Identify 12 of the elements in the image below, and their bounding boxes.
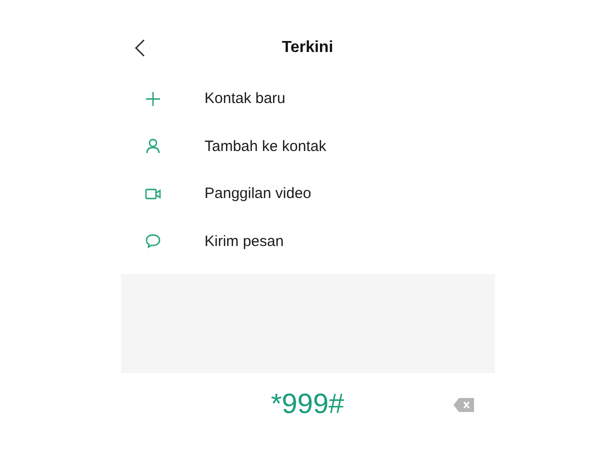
back-icon (132, 38, 146, 58)
backspace-icon (452, 397, 474, 413)
menu-item[interactable]: Panggilan video (120, 170, 494, 218)
dialed-number: *999# (270, 387, 344, 421)
menu-item[interactable]: Kirim pesan (120, 218, 494, 265)
speech-bubble-icon (144, 233, 160, 250)
plus-icon (144, 90, 160, 107)
menu-item[interactable]: Kontak baru (120, 75, 494, 122)
screen-title: Terkini (282, 38, 334, 58)
person-icon (144, 138, 160, 154)
menu-item[interactable]: Tambah ke kontak (120, 122, 494, 170)
back-button[interactable] (132, 38, 146, 58)
